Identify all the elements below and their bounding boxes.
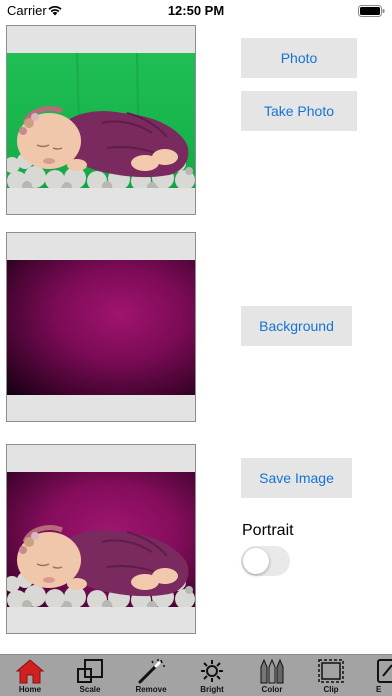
home-icon: [15, 659, 45, 684]
tab-remove[interactable]: Remove: [121, 655, 181, 696]
tab-clip[interactable]: Clip: [301, 655, 361, 696]
clock: 12:50 PM: [167, 3, 225, 18]
background-image: [7, 260, 195, 395]
tab-label: Bright: [200, 685, 224, 694]
tab-label: E: [376, 685, 382, 694]
tab-scale[interactable]: Scale: [60, 655, 120, 696]
original-photo: [7, 53, 195, 188]
baby-photo-green-screen: [7, 53, 195, 188]
background-button[interactable]: Background: [241, 306, 352, 346]
scale-icon: [77, 659, 103, 683]
tab-bright[interactable]: Bright: [182, 655, 242, 696]
tab-bar: Home Scale Remove Bright Color Clip E: [0, 654, 392, 696]
photo-button[interactable]: Photo: [241, 38, 357, 78]
tab-edit[interactable]: E: [362, 655, 392, 696]
save-image-button[interactable]: Save Image: [241, 458, 352, 498]
tab-home[interactable]: Home: [0, 655, 60, 696]
edit-icon: [377, 659, 392, 683]
toggle-knob: [243, 548, 269, 574]
tab-color[interactable]: Color: [242, 655, 302, 696]
sun-icon: [201, 660, 223, 682]
status-bar: Carrier 12:50 PM: [0, 0, 392, 22]
background-image-view[interactable]: [6, 232, 196, 422]
original-photo-view[interactable]: [6, 25, 196, 215]
portrait-toggle[interactable]: [241, 546, 290, 576]
crayons-icon: [260, 658, 284, 684]
battery-icon: [358, 5, 385, 17]
result-image: [7, 472, 195, 607]
tab-label: Color: [261, 685, 283, 694]
take-photo-button[interactable]: Take Photo: [241, 91, 357, 131]
tab-label: Scale: [79, 685, 101, 694]
baby-photo-magenta-background: [7, 525, 195, 607]
tab-label: Home: [18, 685, 42, 694]
magic-wand-icon: [138, 659, 165, 684]
tab-label: Remove: [135, 685, 167, 694]
result-image-view[interactable]: [6, 444, 196, 634]
portrait-label: Portrait: [242, 522, 294, 539]
clip-icon: [318, 659, 344, 683]
tab-label: Clip: [323, 685, 339, 694]
